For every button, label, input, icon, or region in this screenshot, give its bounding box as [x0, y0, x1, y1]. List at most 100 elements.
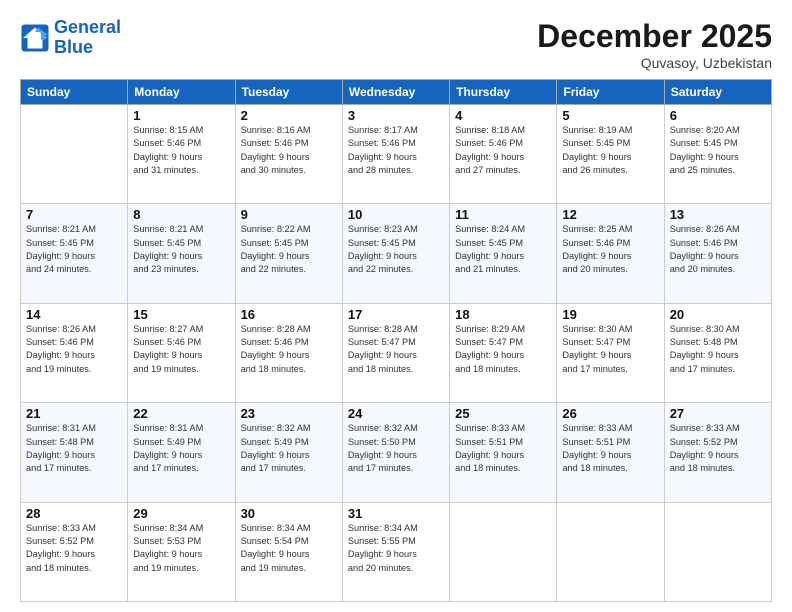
day-detail: Sunrise: 8:26 AM Sunset: 5:46 PM Dayligh…	[26, 323, 122, 376]
day-detail: Sunrise: 8:17 AM Sunset: 5:46 PM Dayligh…	[348, 124, 444, 177]
day-detail: Sunrise: 8:18 AM Sunset: 5:46 PM Dayligh…	[455, 124, 551, 177]
day-cell: 22Sunrise: 8:31 AM Sunset: 5:49 PM Dayli…	[128, 403, 235, 502]
day-cell: 14Sunrise: 8:26 AM Sunset: 5:46 PM Dayli…	[21, 303, 128, 402]
day-number: 1	[133, 108, 229, 123]
day-detail: Sunrise: 8:28 AM Sunset: 5:46 PM Dayligh…	[241, 323, 337, 376]
day-cell	[450, 502, 557, 601]
day-number: 17	[348, 307, 444, 322]
day-cell: 17Sunrise: 8:28 AM Sunset: 5:47 PM Dayli…	[342, 303, 449, 402]
day-detail: Sunrise: 8:31 AM Sunset: 5:49 PM Dayligh…	[133, 422, 229, 475]
weekday-header-monday: Monday	[128, 80, 235, 105]
day-cell: 16Sunrise: 8:28 AM Sunset: 5:46 PM Dayli…	[235, 303, 342, 402]
day-number: 11	[455, 207, 551, 222]
calendar-table: SundayMondayTuesdayWednesdayThursdayFrid…	[20, 79, 772, 602]
day-detail: Sunrise: 8:32 AM Sunset: 5:49 PM Dayligh…	[241, 422, 337, 475]
day-number: 19	[562, 307, 658, 322]
day-cell: 7Sunrise: 8:21 AM Sunset: 5:45 PM Daylig…	[21, 204, 128, 303]
day-cell: 6Sunrise: 8:20 AM Sunset: 5:45 PM Daylig…	[664, 105, 771, 204]
day-cell: 13Sunrise: 8:26 AM Sunset: 5:46 PM Dayli…	[664, 204, 771, 303]
page: General Blue December 2025 Quvasoy, Uzbe…	[0, 0, 792, 612]
day-cell: 21Sunrise: 8:31 AM Sunset: 5:48 PM Dayli…	[21, 403, 128, 502]
day-detail: Sunrise: 8:22 AM Sunset: 5:45 PM Dayligh…	[241, 223, 337, 276]
day-number: 2	[241, 108, 337, 123]
logo-blue: Blue	[54, 37, 93, 57]
weekday-header-thursday: Thursday	[450, 80, 557, 105]
day-detail: Sunrise: 8:27 AM Sunset: 5:46 PM Dayligh…	[133, 323, 229, 376]
week-row-5: 28Sunrise: 8:33 AM Sunset: 5:52 PM Dayli…	[21, 502, 772, 601]
day-detail: Sunrise: 8:19 AM Sunset: 5:45 PM Dayligh…	[562, 124, 658, 177]
day-cell: 2Sunrise: 8:16 AM Sunset: 5:46 PM Daylig…	[235, 105, 342, 204]
day-detail: Sunrise: 8:34 AM Sunset: 5:55 PM Dayligh…	[348, 522, 444, 575]
day-cell	[21, 105, 128, 204]
week-row-2: 7 Sunrise: 8:21 AM Sunset: 5:45 PM Daylig…	[21, 204, 772, 303]
day-number: 21	[26, 406, 122, 421]
day-number: 12	[562, 207, 658, 222]
day-number: 26	[562, 406, 658, 421]
day-number: 14	[26, 307, 122, 322]
day-cell: 24Sunrise: 8:32 AM Sunset: 5:50 PM Dayli…	[342, 403, 449, 502]
day-number: 6	[670, 108, 766, 123]
day-cell: 20Sunrise: 8:30 AM Sunset: 5:48 PM Dayli…	[664, 303, 771, 402]
day-detail: Sunrise: 8:34 AM Sunset: 5:53 PM Dayligh…	[133, 522, 229, 575]
day-cell: 25Sunrise: 8:33 AM Sunset: 5:51 PM Dayli…	[450, 403, 557, 502]
week-row-3: 14Sunrise: 8:26 AM Sunset: 5:46 PM Dayli…	[21, 303, 772, 402]
day-number: 16	[241, 307, 337, 322]
day-cell: 31Sunrise: 8:34 AM Sunset: 5:55 PM Dayli…	[342, 502, 449, 601]
logo-text: General Blue	[54, 18, 121, 58]
day-detail: Sunrise: 8:33 AM Sunset: 5:51 PM Dayligh…	[455, 422, 551, 475]
day-detail: Sunrise: 8:26 AM Sunset: 5:46 PM Dayligh…	[670, 223, 766, 276]
weekday-header-sunday: Sunday	[21, 80, 128, 105]
day-detail: Sunrise: 8:31 AM Sunset: 5:48 PM Dayligh…	[26, 422, 122, 475]
day-cell: 11Sunrise: 8:24 AM Sunset: 5:45 PM Dayli…	[450, 204, 557, 303]
day-cell: 10Sunrise: 8:23 AM Sunset: 5:45 PM Dayli…	[342, 204, 449, 303]
day-number: 13	[670, 207, 766, 222]
day-number: 7	[26, 207, 122, 222]
day-number: 9	[241, 207, 337, 222]
day-number: 4	[455, 108, 551, 123]
weekday-header-friday: Friday	[557, 80, 664, 105]
month-title: December 2025	[537, 18, 772, 55]
day-cell: 12Sunrise: 8:25 AM Sunset: 5:46 PM Dayli…	[557, 204, 664, 303]
day-detail: Sunrise: 8:24 AM Sunset: 5:45 PM Dayligh…	[455, 223, 551, 276]
day-number: 23	[241, 406, 337, 421]
day-detail: Sunrise: 8:33 AM Sunset: 5:52 PM Dayligh…	[26, 522, 122, 575]
day-number: 18	[455, 307, 551, 322]
day-cell	[557, 502, 664, 601]
day-detail: Sunrise: 8:15 AM Sunset: 5:46 PM Dayligh…	[133, 124, 229, 177]
day-number: 3	[348, 108, 444, 123]
day-detail: Sunrise: 8:30 AM Sunset: 5:48 PM Dayligh…	[670, 323, 766, 376]
title-block: December 2025 Quvasoy, Uzbekistan	[537, 18, 772, 71]
day-number: 25	[455, 406, 551, 421]
weekday-header-wednesday: Wednesday	[342, 80, 449, 105]
day-number: 31	[348, 506, 444, 521]
week-row-1: 1Sunrise: 8:15 AM Sunset: 5:46 PM Daylig…	[21, 105, 772, 204]
day-cell: 30Sunrise: 8:34 AM Sunset: 5:54 PM Dayli…	[235, 502, 342, 601]
day-cell: 1Sunrise: 8:15 AM Sunset: 5:46 PM Daylig…	[128, 105, 235, 204]
day-number: 24	[348, 406, 444, 421]
day-cell: 4Sunrise: 8:18 AM Sunset: 5:46 PM Daylig…	[450, 105, 557, 204]
day-cell: 18Sunrise: 8:29 AM Sunset: 5:47 PM Dayli…	[450, 303, 557, 402]
day-number: 10	[348, 207, 444, 222]
day-cell: 5Sunrise: 8:19 AM Sunset: 5:45 PM Daylig…	[557, 105, 664, 204]
logo-general: General	[54, 17, 121, 37]
day-detail: Sunrise: 8:21 AM Sunset: 5:45 PM Dayligh…	[133, 223, 229, 276]
day-number: 20	[670, 307, 766, 322]
day-detail: Sunrise: 8:23 AM Sunset: 5:45 PM Dayligh…	[348, 223, 444, 276]
day-detail: Sunrise: 8:30 AM Sunset: 5:47 PM Dayligh…	[562, 323, 658, 376]
day-number: 30	[241, 506, 337, 521]
day-cell: 8Sunrise: 8:21 AM Sunset: 5:45 PM Daylig…	[128, 204, 235, 303]
day-detail: Sunrise: 8:32 AM Sunset: 5:50 PM Dayligh…	[348, 422, 444, 475]
day-cell: 29Sunrise: 8:34 AM Sunset: 5:53 PM Dayli…	[128, 502, 235, 601]
day-detail: Sunrise: 8:29 AM Sunset: 5:47 PM Dayligh…	[455, 323, 551, 376]
weekday-header-tuesday: Tuesday	[235, 80, 342, 105]
day-cell: 27Sunrise: 8:33 AM Sunset: 5:52 PM Dayli…	[664, 403, 771, 502]
weekday-header-row: SundayMondayTuesdayWednesdayThursdayFrid…	[21, 80, 772, 105]
logo: General Blue	[20, 18, 121, 58]
day-number: 28	[26, 506, 122, 521]
day-detail: Sunrise: 8:28 AM Sunset: 5:47 PM Dayligh…	[348, 323, 444, 376]
day-number: 29	[133, 506, 229, 521]
day-cell: 19Sunrise: 8:30 AM Sunset: 5:47 PM Dayli…	[557, 303, 664, 402]
day-number: 5	[562, 108, 658, 123]
day-cell: 28Sunrise: 8:33 AM Sunset: 5:52 PM Dayli…	[21, 502, 128, 601]
day-number: 8	[133, 207, 229, 222]
